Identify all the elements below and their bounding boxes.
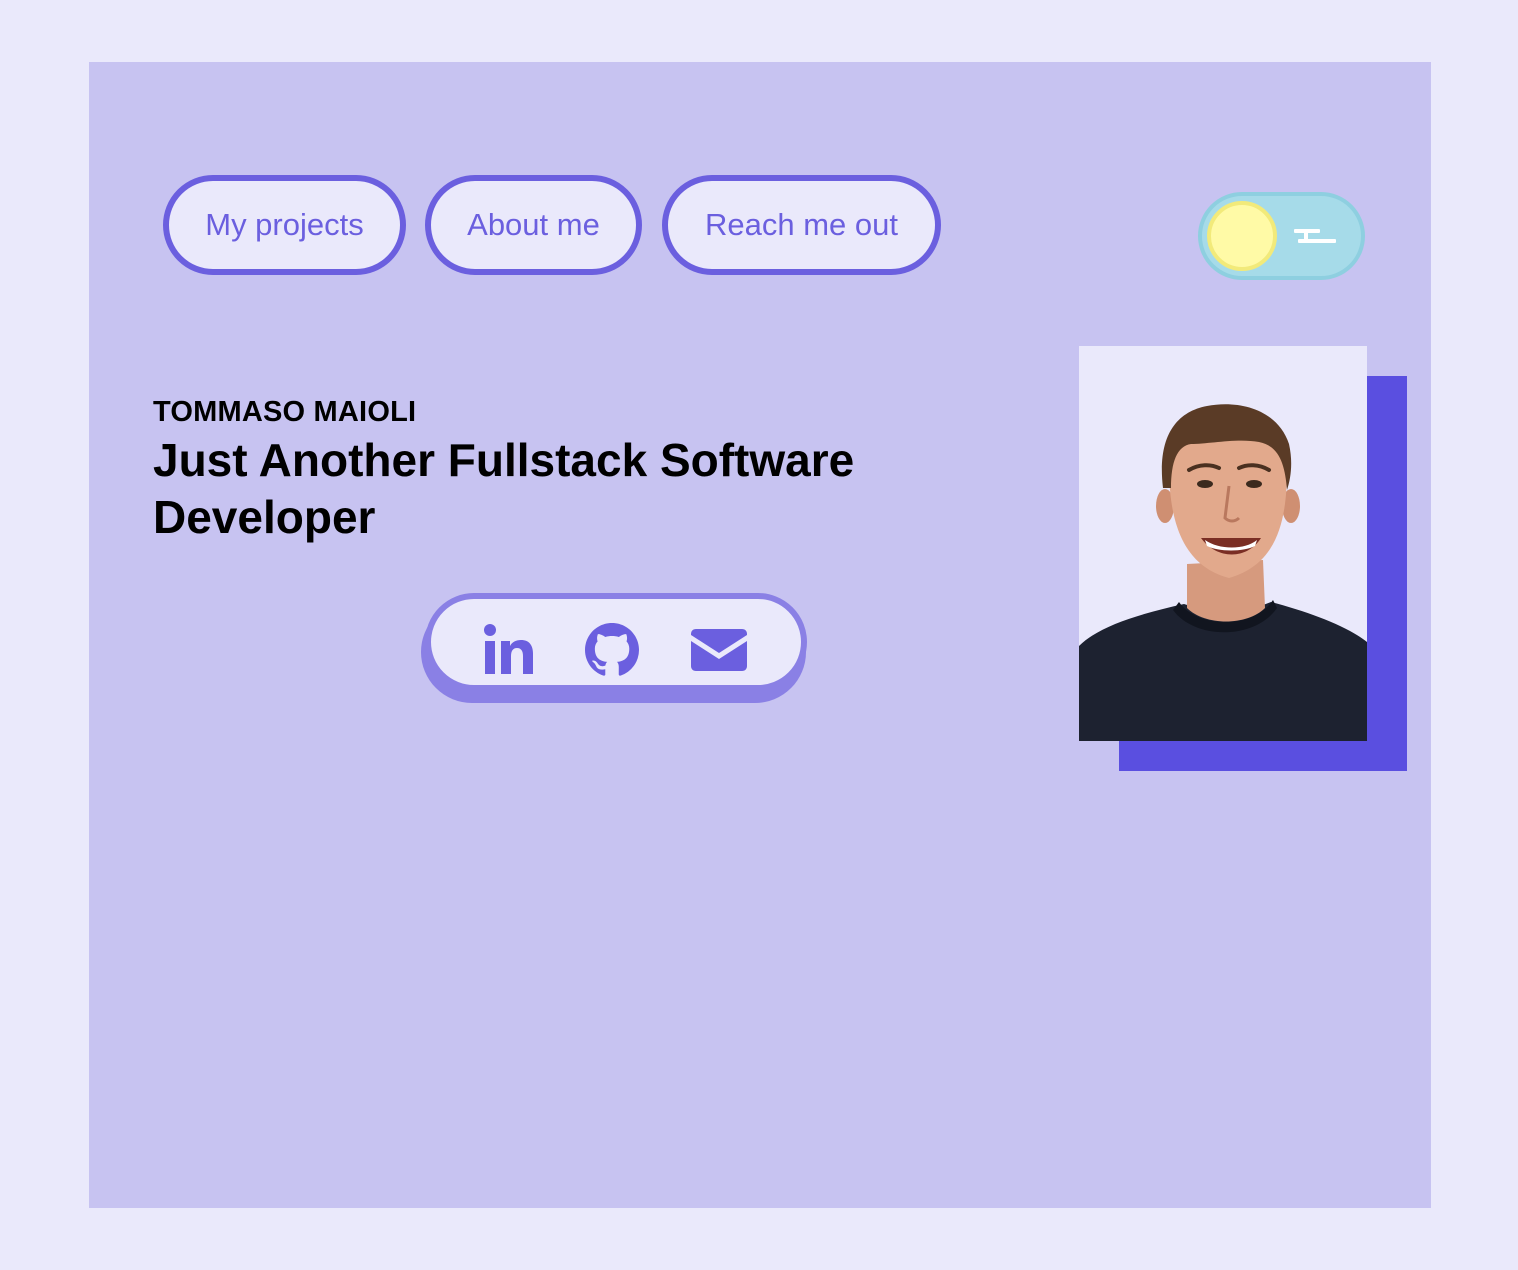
headline: Just Another Fullstack Software Develope… (153, 434, 855, 543)
social-links-bar (425, 593, 807, 691)
author-name: TOMMASO MAIOLI (153, 396, 417, 428)
linkedin-link[interactable] (480, 621, 538, 679)
email-link[interactable] (690, 621, 748, 679)
github-link[interactable] (583, 621, 641, 679)
reach-me-out-button[interactable]: Reach me out (662, 175, 941, 275)
my-projects-button[interactable]: My projects (163, 175, 406, 275)
linkedin-icon (484, 624, 533, 674)
github-icon (585, 623, 639, 676)
profile-photo (1079, 346, 1367, 741)
mail-icon (691, 629, 747, 671)
sun-icon (1207, 201, 1277, 271)
theme-toggle[interactable] (1198, 192, 1365, 280)
about-me-button[interactable]: About me (425, 175, 642, 275)
cloud-icon (1294, 229, 1336, 243)
main-panel: My projects About me Reach me out TOMMAS… (89, 62, 1431, 1208)
